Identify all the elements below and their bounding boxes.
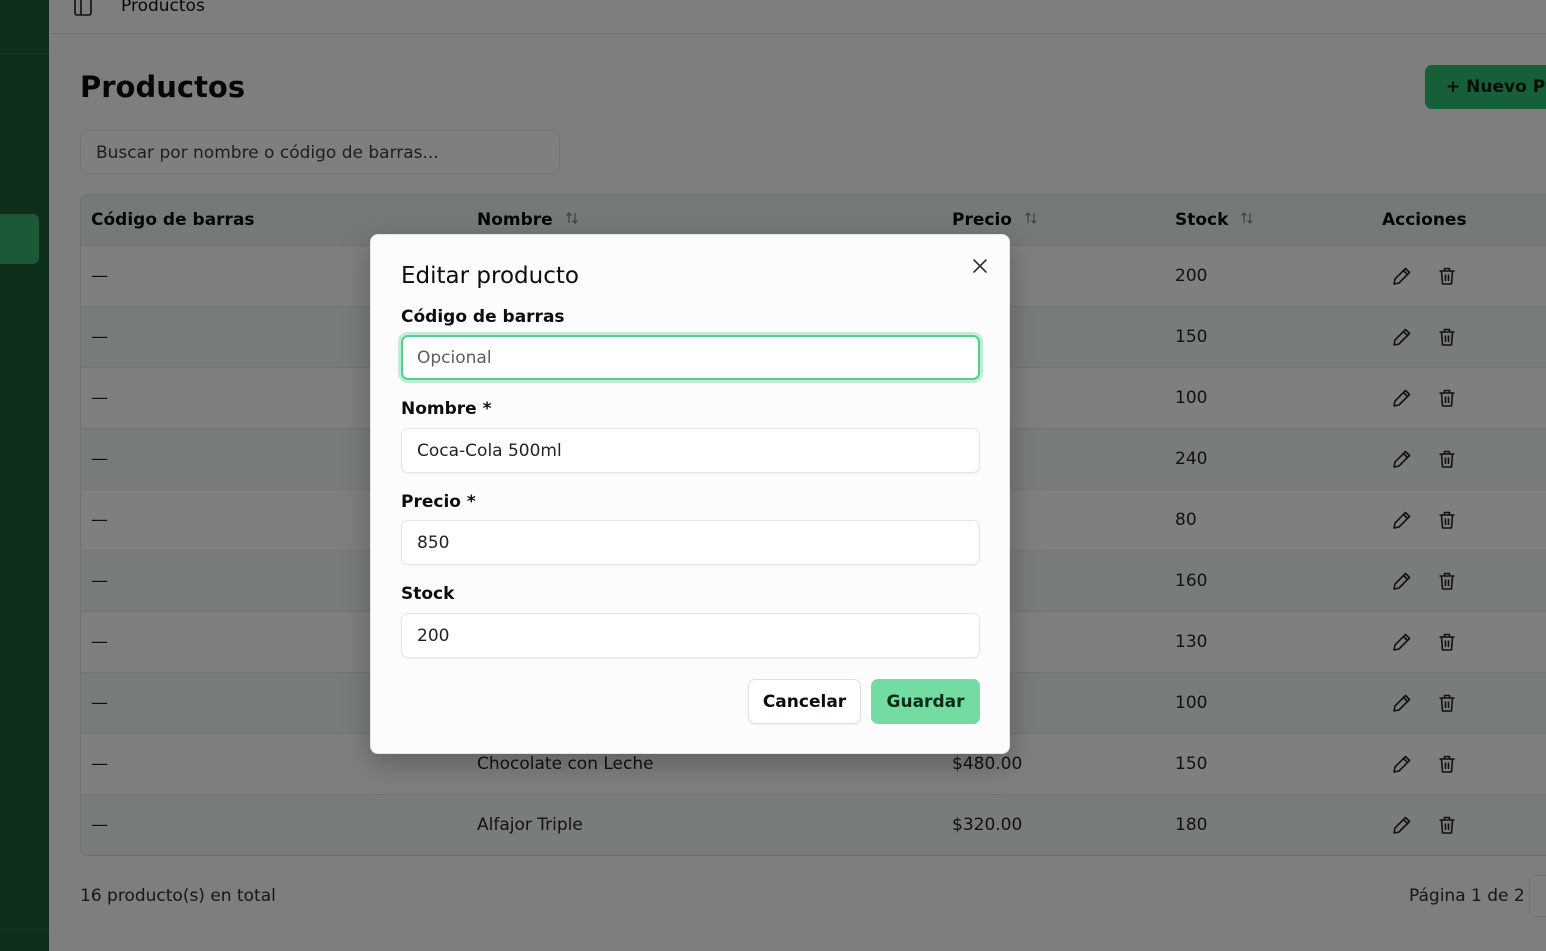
name-field[interactable] [401, 428, 980, 473]
price-field[interactable] [401, 520, 980, 565]
close-icon[interactable] [969, 255, 991, 277]
barcode-field[interactable] [401, 335, 980, 380]
name-label: Nombre * [401, 399, 492, 419]
save-button[interactable]: Guardar [871, 679, 980, 724]
cancel-button[interactable]: Cancelar [748, 679, 861, 724]
edit-product-dialog: Editar producto Código de barras Nombre … [370, 234, 1010, 754]
barcode-label: Código de barras [401, 307, 565, 327]
stock-field[interactable] [401, 613, 980, 658]
stock-label: Stock [401, 584, 455, 604]
dialog-title: Editar producto [401, 263, 579, 289]
price-label: Precio * [401, 492, 476, 512]
